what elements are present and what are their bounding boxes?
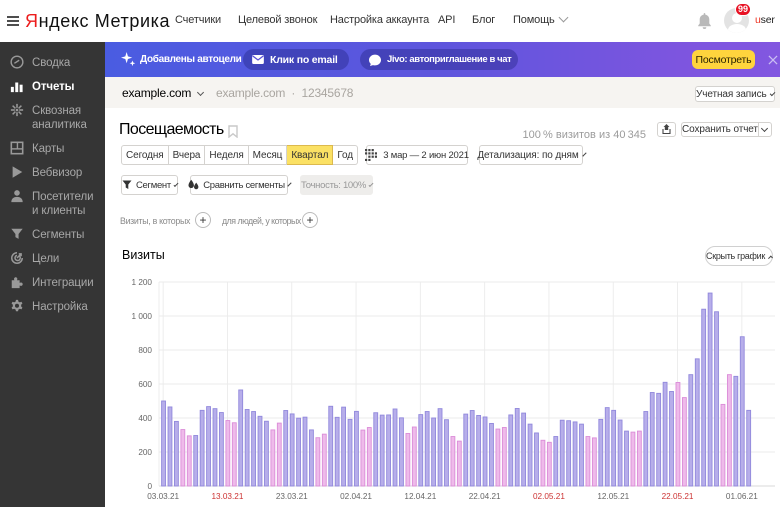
svg-text:800: 800 xyxy=(138,346,152,355)
svg-text:12.04.21: 12.04.21 xyxy=(404,492,436,501)
svg-text:600: 600 xyxy=(138,380,152,389)
svg-text:23.03.21: 23.03.21 xyxy=(276,492,308,501)
svg-text:1 000: 1 000 xyxy=(132,312,153,321)
svg-text:22.05.21: 22.05.21 xyxy=(662,492,694,501)
svg-text:400: 400 xyxy=(138,414,152,423)
svg-text:12.05.21: 12.05.21 xyxy=(597,492,629,501)
svg-text:02.04.21: 02.04.21 xyxy=(340,492,372,501)
svg-text:13.03.21: 13.03.21 xyxy=(212,492,244,501)
svg-text:22.04.21: 22.04.21 xyxy=(469,492,501,501)
svg-text:1 200: 1 200 xyxy=(132,278,153,287)
svg-text:200: 200 xyxy=(138,448,152,457)
svg-text:01.06.21: 01.06.21 xyxy=(726,492,758,501)
svg-text:03.03.21: 03.03.21 xyxy=(147,492,179,501)
svg-text:0: 0 xyxy=(147,482,152,491)
svg-text:02.05.21: 02.05.21 xyxy=(533,492,565,501)
